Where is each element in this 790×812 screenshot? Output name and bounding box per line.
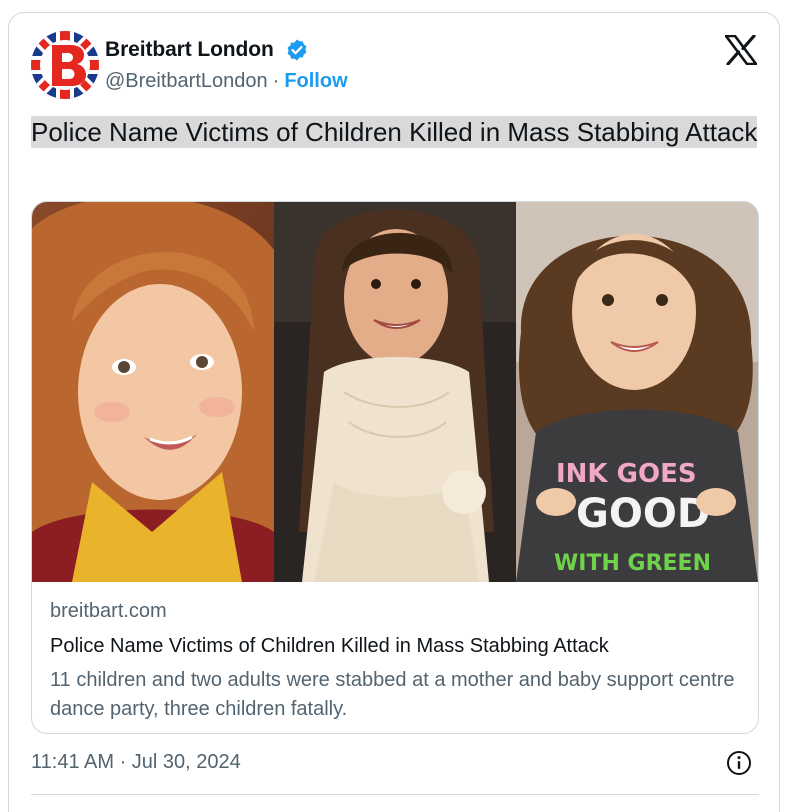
shirt-text-line-3: WITH GREEN: [554, 551, 711, 576]
handle-row: @BreitbartLondon · Follow: [105, 70, 348, 93]
info-icon[interactable]: [725, 749, 753, 777]
breitbart-logo-icon: [31, 31, 99, 99]
link-preview-card[interactable]: INK GOES GOOD WITH GREEN breitbart.com P…: [31, 201, 759, 734]
verified-badge-icon: [287, 39, 307, 61]
author-name[interactable]: Breitbart London: [105, 38, 274, 62]
footer-divider: [31, 794, 759, 795]
photo-girl-right: INK GOES GOOD WITH GREEN: [516, 202, 758, 582]
post-timestamp[interactable]: 11:41 AM · Jul 30, 2024: [31, 751, 241, 774]
breitbart-avatar[interactable]: [31, 31, 99, 99]
shirt-text-line-2: GOOD: [576, 491, 710, 537]
link-title: Police Name Victims of Children Killed i…: [50, 635, 609, 657]
link-preview-meta: breitbart.com Police Name Victims of Chi…: [50, 600, 740, 724]
shirt-text-line-1: INK GOES: [556, 459, 697, 489]
follow-button[interactable]: Follow: [284, 70, 347, 92]
tweet-embed-card: Breitbart London @BreitbartLondon · Follow…: [8, 12, 780, 812]
link-description: 11 children and two adults were stabbed …: [50, 669, 735, 720]
separator-dot: ·: [272, 70, 280, 92]
link-domain: breitbart.com: [50, 600, 167, 622]
link-preview-image: INK GOES GOOD WITH GREEN: [32, 202, 758, 582]
tweet-text: Police Name Victims of Children Killed i…: [31, 115, 759, 149]
photo-girl-middle: [274, 202, 516, 582]
author-handle[interactable]: @BreitbartLondon: [105, 70, 268, 92]
tweet-text-content: Police Name Victims of Children Killed i…: [31, 116, 758, 148]
x-logo-icon[interactable]: [725, 35, 757, 65]
photo-girl-left: [32, 202, 274, 582]
